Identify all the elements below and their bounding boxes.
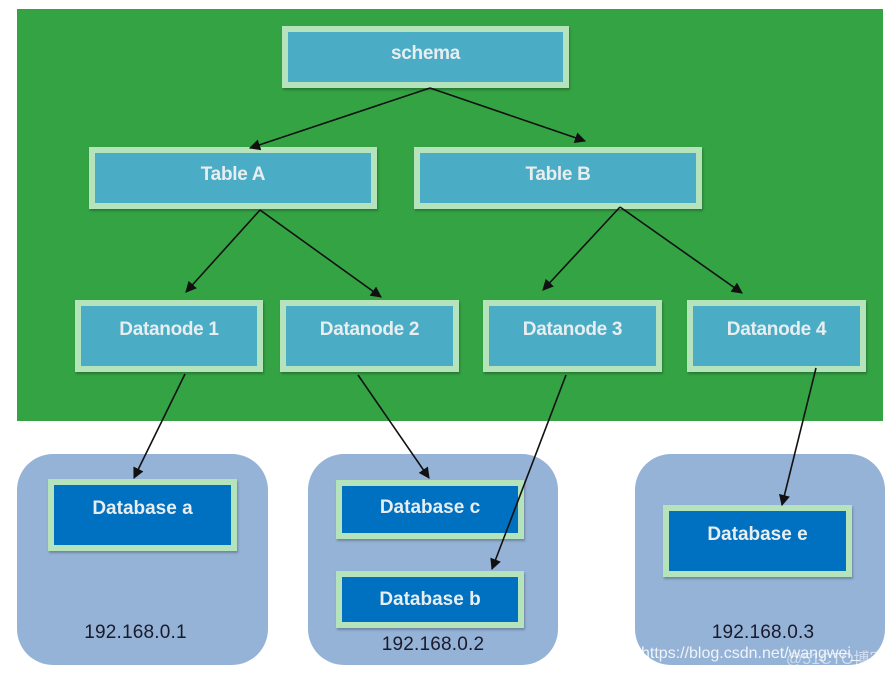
database-e-node: Database e <box>663 505 852 577</box>
datanode-4-node: Datanode 4 <box>687 300 866 372</box>
schema-node: schema <box>282 26 569 88</box>
host-1-ip: 192.168.0.1 <box>84 622 187 643</box>
database-a-node: Database a <box>48 479 237 551</box>
datanode-3-label: Datanode 3 <box>522 319 623 340</box>
datanode-2-label: Datanode 2 <box>319 319 420 340</box>
database-b-label: Database b <box>379 588 481 610</box>
host-3-ip: 192.168.0.3 <box>711 622 815 643</box>
database-c-node: Database c <box>336 480 524 539</box>
schema-label: schema <box>391 43 460 64</box>
datanode-1-label: Datanode 1 <box>119 319 219 340</box>
datanode-4-label: Datanode 4 <box>726 319 827 340</box>
datanode-2-node: Datanode 2 <box>280 300 459 372</box>
table-b-label: Table B <box>525 164 591 185</box>
table-a-node: Table A <box>89 147 377 209</box>
table-a-label: Table A <box>200 164 266 185</box>
database-e-label: Database e <box>707 524 808 545</box>
host-2-ip: 192.168.0.2 <box>381 634 485 655</box>
database-b-node: Database b <box>336 571 524 628</box>
datanode-1-node: Datanode 1 <box>75 300 263 372</box>
table-b-node: Table B <box>414 147 702 209</box>
datanode-3-node: Datanode 3 <box>483 300 662 372</box>
watermark-overlay: @51CTO博客 <box>786 651 886 668</box>
database-c-label: Database c <box>379 497 481 518</box>
database-a-label: Database a <box>92 498 193 519</box>
